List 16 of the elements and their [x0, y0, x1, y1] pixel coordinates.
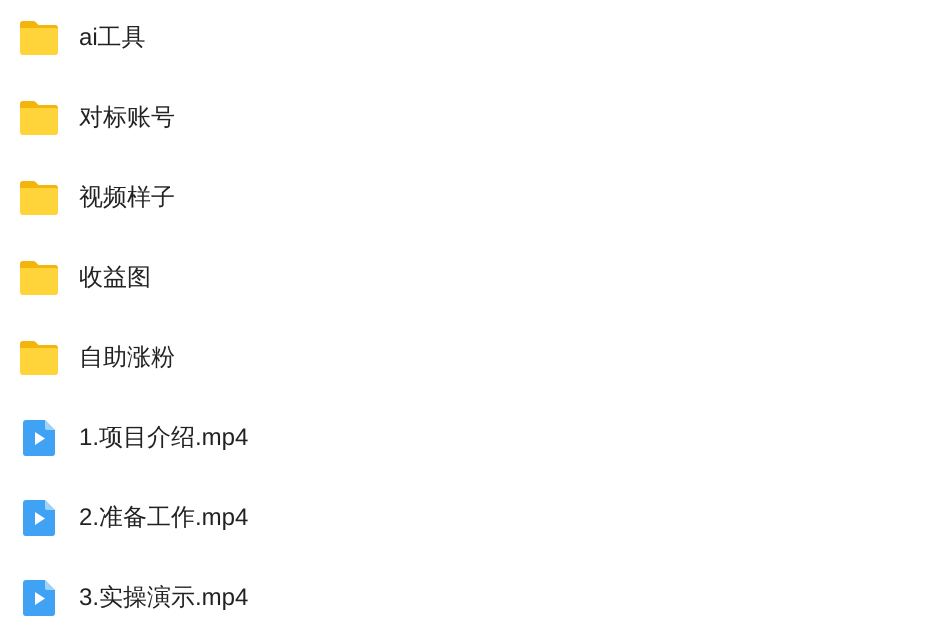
folder-icon [18, 340, 60, 376]
file-name: 2.准备工作.mp4 [79, 503, 248, 533]
file-name: 3.实操演示.mp4 [79, 583, 248, 613]
file-name: 1.项目介绍.mp4 [79, 423, 248, 453]
folder-icon [18, 100, 60, 136]
video-file-icon [22, 499, 56, 537]
file-name: 自助涨粉 [79, 343, 175, 373]
video-file-icon [22, 419, 56, 457]
video-file-icon [22, 579, 56, 617]
file-name: 收益图 [79, 263, 151, 293]
folder-icon [18, 260, 60, 296]
file-name: 视频样子 [79, 183, 175, 213]
file-name: 对标账号 [79, 103, 175, 133]
folder-icon [18, 180, 60, 216]
file-name: ai工具 [79, 23, 146, 53]
folder-icon [18, 20, 60, 56]
